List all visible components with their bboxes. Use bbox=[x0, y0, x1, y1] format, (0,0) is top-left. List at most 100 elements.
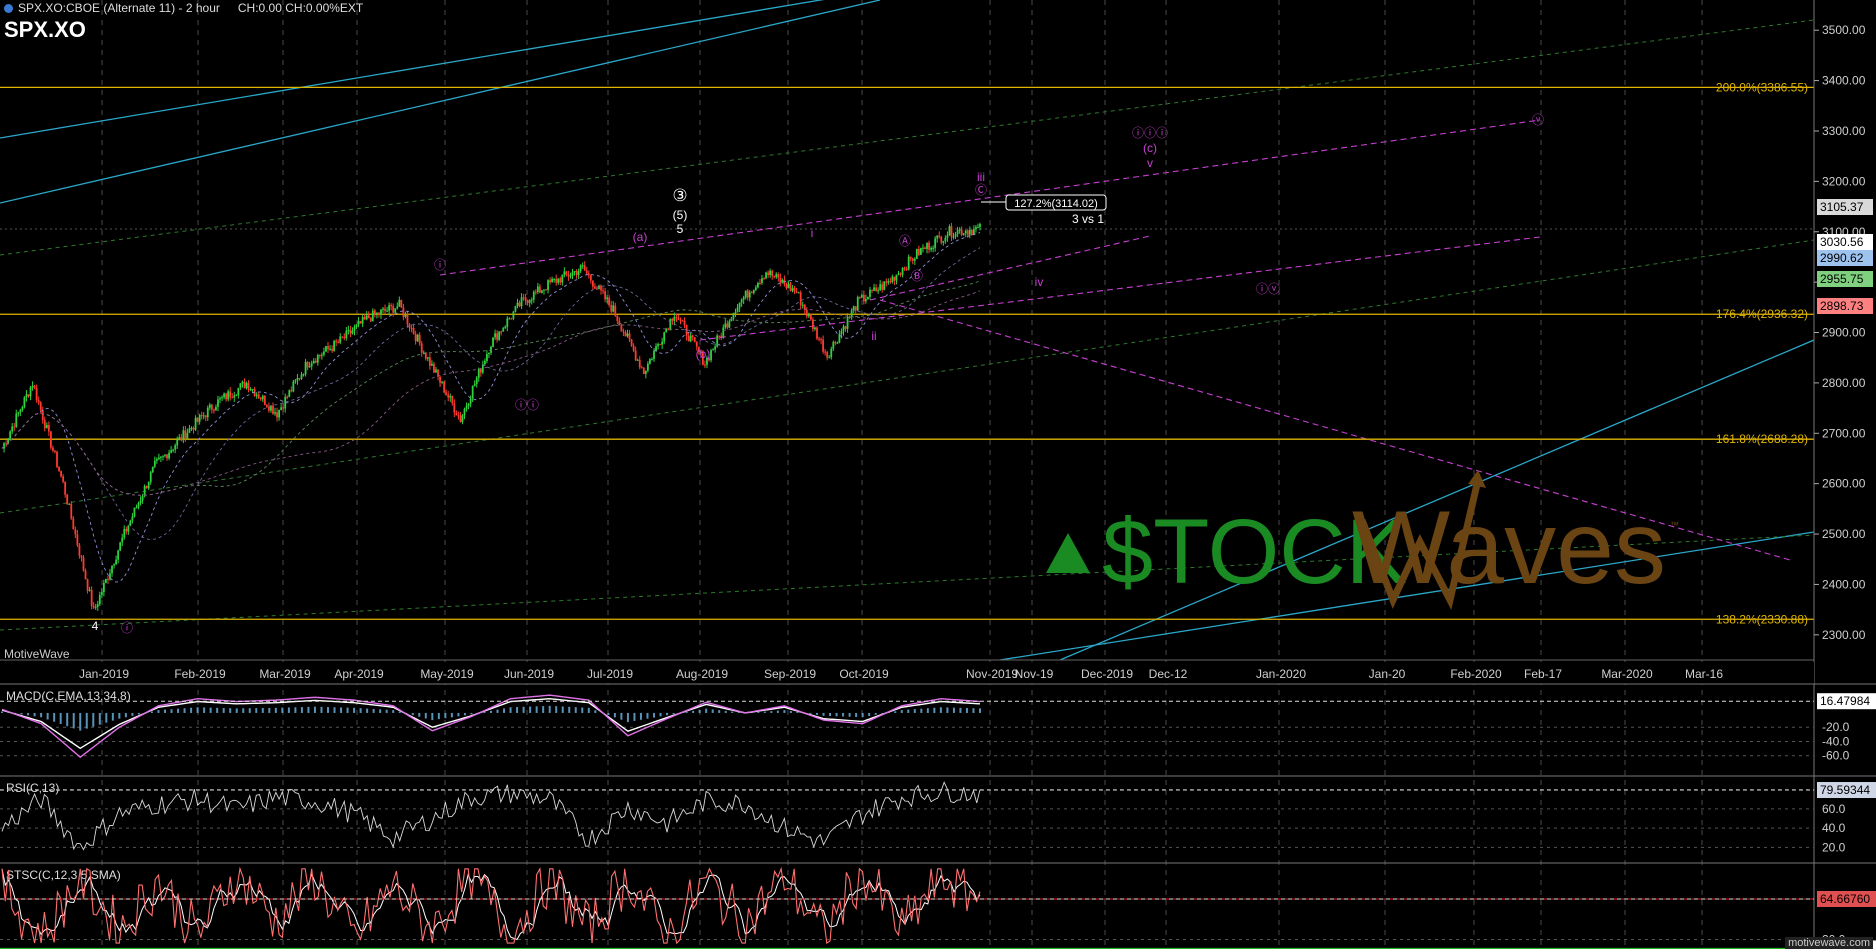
candle-body bbox=[304, 361, 307, 375]
candle-body bbox=[127, 525, 130, 532]
candle-body bbox=[162, 455, 164, 457]
candle-body bbox=[518, 302, 521, 307]
candle-body bbox=[581, 265, 584, 267]
candle-body bbox=[33, 385, 36, 388]
candle-body bbox=[447, 394, 450, 398]
candle-body bbox=[145, 486, 148, 489]
candle-body bbox=[306, 361, 309, 368]
candle-body bbox=[125, 529, 128, 532]
candle-body bbox=[498, 331, 501, 340]
candle-body bbox=[787, 283, 790, 289]
candle-body bbox=[604, 291, 606, 300]
candle-body bbox=[378, 312, 380, 315]
candle-body bbox=[761, 278, 763, 284]
candle-body bbox=[29, 387, 32, 397]
candle-body bbox=[441, 381, 443, 383]
candle-body bbox=[869, 289, 871, 297]
candle-body bbox=[428, 357, 431, 366]
wave-label: (b) bbox=[696, 347, 711, 361]
candle-body bbox=[433, 363, 435, 373]
candle-body bbox=[526, 300, 529, 303]
candle-body bbox=[276, 412, 278, 418]
candle-body bbox=[966, 230, 969, 235]
candle-body bbox=[180, 437, 183, 441]
price-axis-label: 3500.00 bbox=[1822, 23, 1866, 37]
candle-body bbox=[471, 385, 474, 399]
candle-body bbox=[72, 518, 75, 530]
candle-body bbox=[247, 382, 250, 390]
candle-body bbox=[720, 335, 723, 338]
candle-body bbox=[622, 331, 625, 333]
candle-body bbox=[335, 340, 338, 343]
candle-body bbox=[889, 281, 892, 283]
candle-body bbox=[149, 472, 152, 483]
candle-body bbox=[453, 403, 456, 413]
pane-axis-label: 60.0 bbox=[1822, 802, 1846, 816]
candle-body bbox=[84, 570, 87, 580]
candle-body bbox=[90, 589, 93, 606]
candle-body bbox=[728, 321, 731, 328]
candle-body bbox=[388, 305, 391, 311]
candle-body bbox=[316, 354, 319, 363]
candle-body bbox=[302, 374, 305, 376]
candle-body bbox=[398, 299, 401, 307]
candle-body bbox=[736, 307, 739, 313]
time-axis-label: Mar-2019 bbox=[259, 667, 311, 681]
wave-label: iv bbox=[1035, 275, 1044, 289]
candle-body bbox=[355, 324, 358, 327]
candle-body bbox=[337, 342, 340, 344]
price-axis-label: 3200.00 bbox=[1822, 174, 1866, 188]
candle-body bbox=[520, 297, 523, 307]
wave-label: ⓘ bbox=[121, 621, 133, 635]
candle-body bbox=[231, 397, 234, 399]
candle-body bbox=[545, 289, 547, 291]
candle-body bbox=[176, 439, 179, 446]
candle-body bbox=[310, 363, 313, 367]
candle-body bbox=[968, 230, 971, 235]
time-axis-label: May-2019 bbox=[420, 667, 474, 681]
candle-body bbox=[646, 363, 649, 371]
candle-body bbox=[341, 336, 344, 338]
candle-body bbox=[704, 364, 706, 366]
candle-body bbox=[386, 310, 388, 312]
candle-body bbox=[860, 294, 863, 298]
candle-body bbox=[288, 390, 291, 397]
candle-body bbox=[746, 290, 749, 298]
candle-body bbox=[744, 290, 747, 298]
candle-body bbox=[530, 299, 533, 301]
candle-body bbox=[353, 326, 356, 331]
wave-label: ⓥ bbox=[1532, 113, 1544, 127]
price-tag-label: 3030.56 bbox=[1820, 235, 1864, 249]
candle-body bbox=[435, 369, 437, 373]
candle-body bbox=[410, 327, 413, 329]
candle-body bbox=[339, 336, 342, 343]
candle-body bbox=[771, 270, 774, 277]
candle-body bbox=[66, 494, 69, 505]
candle-body bbox=[477, 368, 480, 378]
candle-body bbox=[659, 344, 662, 346]
candle-body bbox=[716, 335, 719, 347]
candle-body bbox=[970, 230, 973, 235]
candle-body bbox=[905, 268, 908, 270]
time-axis[interactable]: Jan-2019 Feb-2019 Mar-2019 Apr-2019 May-2019… bbox=[0, 662, 1814, 684]
candle-body bbox=[488, 352, 490, 355]
price-tag-label: 2955.75 bbox=[1820, 272, 1864, 286]
time-axis-label: Aug-2019 bbox=[676, 667, 728, 681]
candle-body bbox=[950, 226, 953, 237]
candle-body bbox=[9, 431, 12, 439]
candle-body bbox=[893, 276, 896, 281]
candle-body bbox=[210, 404, 213, 410]
candle-body bbox=[879, 284, 882, 291]
candle-body bbox=[190, 427, 193, 429]
candle-body bbox=[883, 281, 886, 290]
candle-body bbox=[239, 383, 242, 388]
candle-body bbox=[681, 320, 684, 322]
candle-body bbox=[854, 306, 857, 311]
candle-body bbox=[608, 297, 611, 305]
candle-body bbox=[789, 283, 792, 291]
candle-body bbox=[376, 312, 378, 315]
candle-body bbox=[111, 565, 113, 574]
candle-body bbox=[3, 443, 5, 449]
price-axis-label: 2700.00 bbox=[1822, 426, 1866, 440]
candle-body bbox=[265, 405, 268, 407]
